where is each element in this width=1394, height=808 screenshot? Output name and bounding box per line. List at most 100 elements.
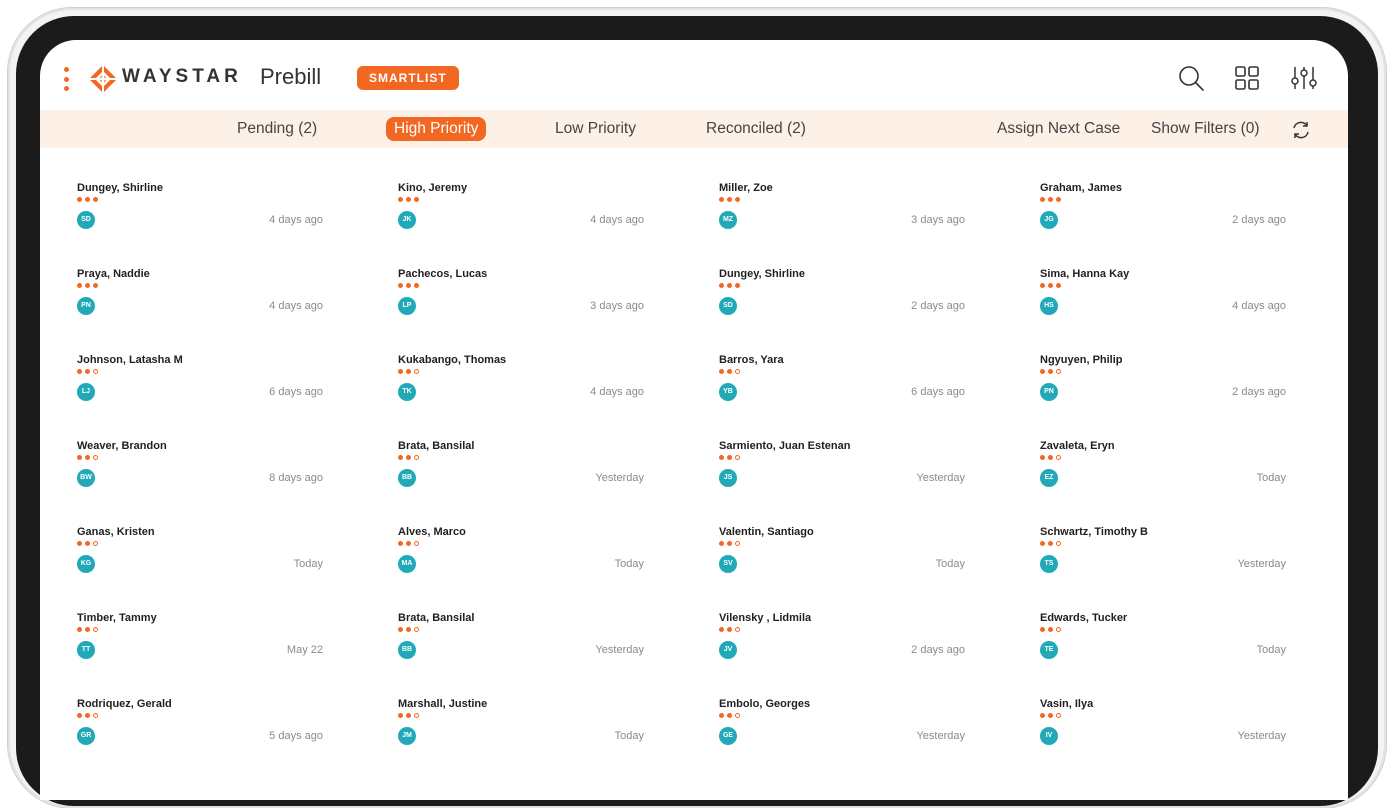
priority-dot [1048, 541, 1053, 546]
case-card[interactable]: Dungey, Shirline SD 4 days ago [77, 182, 327, 252]
case-card[interactable]: Edwards, Tucker TE Today [1040, 612, 1290, 682]
priority-dot [1048, 455, 1053, 460]
case-card[interactable]: Timber, Tammy TT May 22 [77, 612, 327, 682]
tab-low-priority[interactable]: Low Priority [555, 117, 636, 141]
case-timestamp: Yesterday [1237, 730, 1286, 742]
priority-indicator [77, 283, 98, 289]
patient-name: Weaver, Brandon [77, 440, 167, 452]
patient-name: Rodriquez, Gerald [77, 698, 172, 710]
grid-view-icon[interactable] [1233, 64, 1261, 92]
priority-indicator [398, 197, 419, 203]
case-card[interactable]: Dungey, Shirline SD 2 days ago [719, 268, 969, 338]
priority-indicator [1040, 455, 1061, 461]
avatar: BW [77, 469, 95, 487]
case-card[interactable]: Pachecos, Lucas LP 3 days ago [398, 268, 648, 338]
tab-bar: Pending (2) High Priority Low Priority R… [40, 110, 1348, 148]
case-card[interactable]: Sarmiento, Juan Estenan JS Yesterday [719, 440, 969, 510]
case-card[interactable]: Graham, James JG 2 days ago [1040, 182, 1290, 252]
priority-dot [77, 713, 82, 718]
priority-dot [735, 541, 740, 546]
tab-reconciled[interactable]: Reconciled (2) [706, 117, 806, 141]
priority-dot [719, 369, 724, 374]
case-card[interactable]: Barros, Yara YB 6 days ago [719, 354, 969, 424]
patient-name: Edwards, Tucker [1040, 612, 1128, 624]
priority-dot [414, 369, 419, 374]
avatar: MZ [719, 211, 737, 229]
priority-dot [85, 541, 90, 546]
avatar: BB [398, 641, 416, 659]
priority-dot [93, 541, 98, 546]
priority-indicator [77, 197, 98, 203]
priority-dot [719, 627, 724, 632]
case-timestamp: Today [614, 558, 644, 570]
case-card[interactable]: Alves, Marco MA Today [398, 526, 648, 596]
priority-indicator [719, 283, 740, 289]
case-card[interactable]: Miller, Zoe MZ 3 days ago [719, 182, 969, 252]
priority-dot [1040, 541, 1045, 546]
case-card[interactable]: Marshall, Justine JM Today [398, 698, 648, 768]
tab-pending[interactable]: Pending (2) [237, 117, 317, 141]
avatar: GR [77, 727, 95, 745]
show-filters-button[interactable]: Show Filters (0) [1151, 117, 1260, 141]
case-card[interactable]: Schwartz, Timothy B TS Yesterday [1040, 526, 1290, 596]
patient-name: Dungey, Shirline [77, 182, 163, 194]
avatar: SD [719, 297, 737, 315]
refresh-icon[interactable] [1290, 119, 1312, 141]
avatar: SV [719, 555, 737, 573]
filter-sliders-icon[interactable] [1290, 64, 1318, 92]
priority-dot [398, 283, 403, 288]
priority-indicator [719, 541, 740, 547]
patient-name: Kino, Jeremy [398, 182, 468, 194]
case-timestamp: Today [935, 558, 965, 570]
case-card[interactable]: Embolo, Georges GE Yesterday [719, 698, 969, 768]
priority-indicator [1040, 369, 1061, 375]
app-header: WAYSTAR Prebill SMARTLIST [40, 40, 1348, 110]
smartlist-badge[interactable]: SMARTLIST [357, 66, 459, 90]
avatar: KG [77, 555, 95, 573]
case-card[interactable]: Vilensky , Lidmila JV 2 days ago [719, 612, 969, 682]
priority-dot [414, 541, 419, 546]
case-card[interactable]: Sima, Hanna Kay HS 4 days ago [1040, 268, 1290, 338]
case-card[interactable]: Johnson, Latasha M LJ 6 days ago [77, 354, 327, 424]
priority-dot [1040, 283, 1045, 288]
case-card[interactable]: Brata, Bansilal BB Yesterday [398, 440, 648, 510]
case-card[interactable]: Vasin, Ilya IV Yesterday [1040, 698, 1290, 768]
search-icon[interactable] [1177, 64, 1205, 92]
priority-dot [1048, 283, 1053, 288]
assign-next-case-button[interactable]: Assign Next Case [997, 117, 1120, 141]
case-card[interactable]: Ngyuyen, Philip PN 2 days ago [1040, 354, 1290, 424]
priority-indicator [719, 197, 740, 203]
patient-name: Vasin, Ilya [1040, 698, 1094, 710]
priority-dot [719, 197, 724, 202]
case-card[interactable]: Zavaleta, Eryn EZ Today [1040, 440, 1290, 510]
case-timestamp: 6 days ago [911, 386, 965, 398]
patient-name: Graham, James [1040, 182, 1122, 194]
priority-indicator [398, 369, 419, 375]
case-card[interactable]: Valentin, Santiago SV Today [719, 526, 969, 596]
priority-dot [719, 455, 724, 460]
case-card[interactable]: Kino, Jeremy JK 4 days ago [398, 182, 648, 252]
case-timestamp: 3 days ago [911, 214, 965, 226]
case-card[interactable]: Kukabango, Thomas TK 4 days ago [398, 354, 648, 424]
case-timestamp: May 22 [286, 644, 323, 656]
waystar-logo-icon [89, 65, 117, 93]
case-card[interactable]: Weaver, Brandon BW 8 days ago [77, 440, 327, 510]
case-card[interactable]: Rodriquez, Gerald GR 5 days ago [77, 698, 327, 768]
case-card[interactable]: Brata, Bansilal BB Yesterday [398, 612, 648, 682]
priority-dot [1056, 369, 1061, 374]
priority-dot [727, 713, 732, 718]
priority-dot [93, 627, 98, 632]
avatar: YB [719, 383, 737, 401]
case-timestamp: 4 days ago [269, 214, 323, 226]
app-screen: WAYSTAR Prebill SMARTLIST Pending (2) Hi… [40, 40, 1348, 800]
patient-name: Zavaleta, Eryn [1040, 440, 1115, 452]
case-card[interactable]: Ganas, Kristen KG Today [77, 526, 327, 596]
tab-high-priority[interactable]: High Priority [386, 117, 487, 141]
case-card[interactable]: Praya, Naddie PN 4 days ago [77, 268, 327, 338]
priority-dot [727, 283, 732, 288]
case-timestamp: 2 days ago [911, 300, 965, 312]
priority-dot [85, 627, 90, 632]
avatar: GE [719, 727, 737, 745]
kebab-menu-icon[interactable] [64, 67, 70, 91]
patient-name: Sarmiento, Juan Estenan [719, 440, 851, 452]
